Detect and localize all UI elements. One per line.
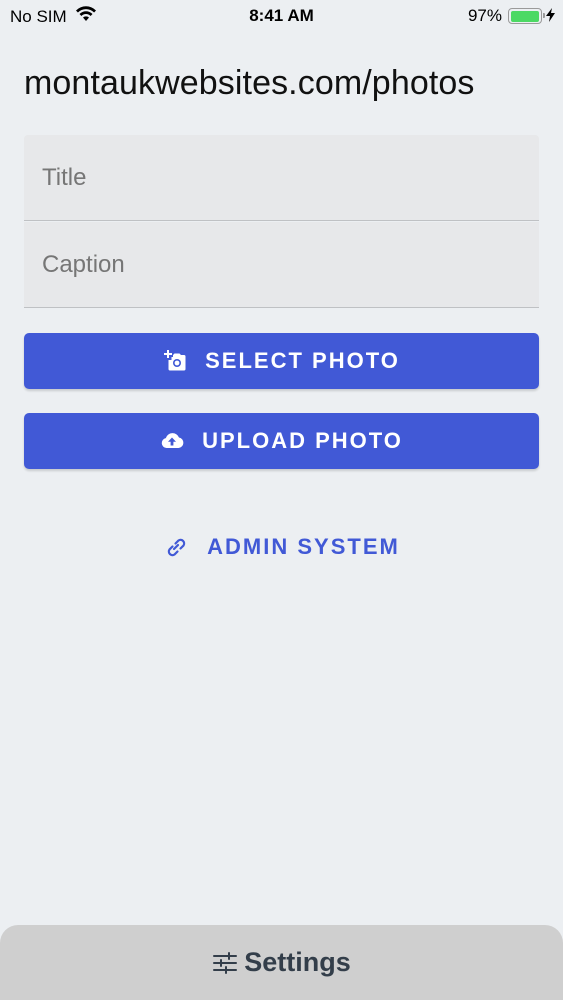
caption-input[interactable]	[24, 222, 539, 307]
admin-system-label: ADMIN SYSTEM	[207, 534, 400, 559]
admin-system-link[interactable]: ADMIN SYSTEM	[0, 530, 563, 564]
status-right: 97%	[468, 6, 555, 26]
upload-photo-label: UPLOAD PHOTO	[202, 428, 403, 453]
settings-bar[interactable]: Settings	[0, 925, 563, 1000]
cloud-upload-icon	[160, 429, 184, 453]
title-input[interactable]	[24, 135, 539, 220]
select-photo-label: SELECT PHOTO	[205, 348, 400, 373]
add-photo-icon	[163, 349, 187, 373]
title-field[interactable]	[24, 135, 539, 221]
caption-field[interactable]	[24, 222, 539, 308]
sliders-icon	[212, 950, 238, 976]
battery-percent: 97%	[467, 6, 502, 25]
status-bar: No SIM 8:41 AM 97%	[0, 0, 563, 32]
settings-label: Settings	[244, 947, 351, 977]
page-title: montaukwebsites.com/photos	[24, 64, 475, 102]
select-photo-button[interactable]: SELECT PHOTO	[24, 333, 539, 389]
battery-icon	[508, 8, 545, 24]
upload-photo-button[interactable]: UPLOAD PHOTO	[24, 413, 539, 469]
charging-bolt-icon	[546, 7, 555, 25]
link-icon	[163, 534, 189, 560]
